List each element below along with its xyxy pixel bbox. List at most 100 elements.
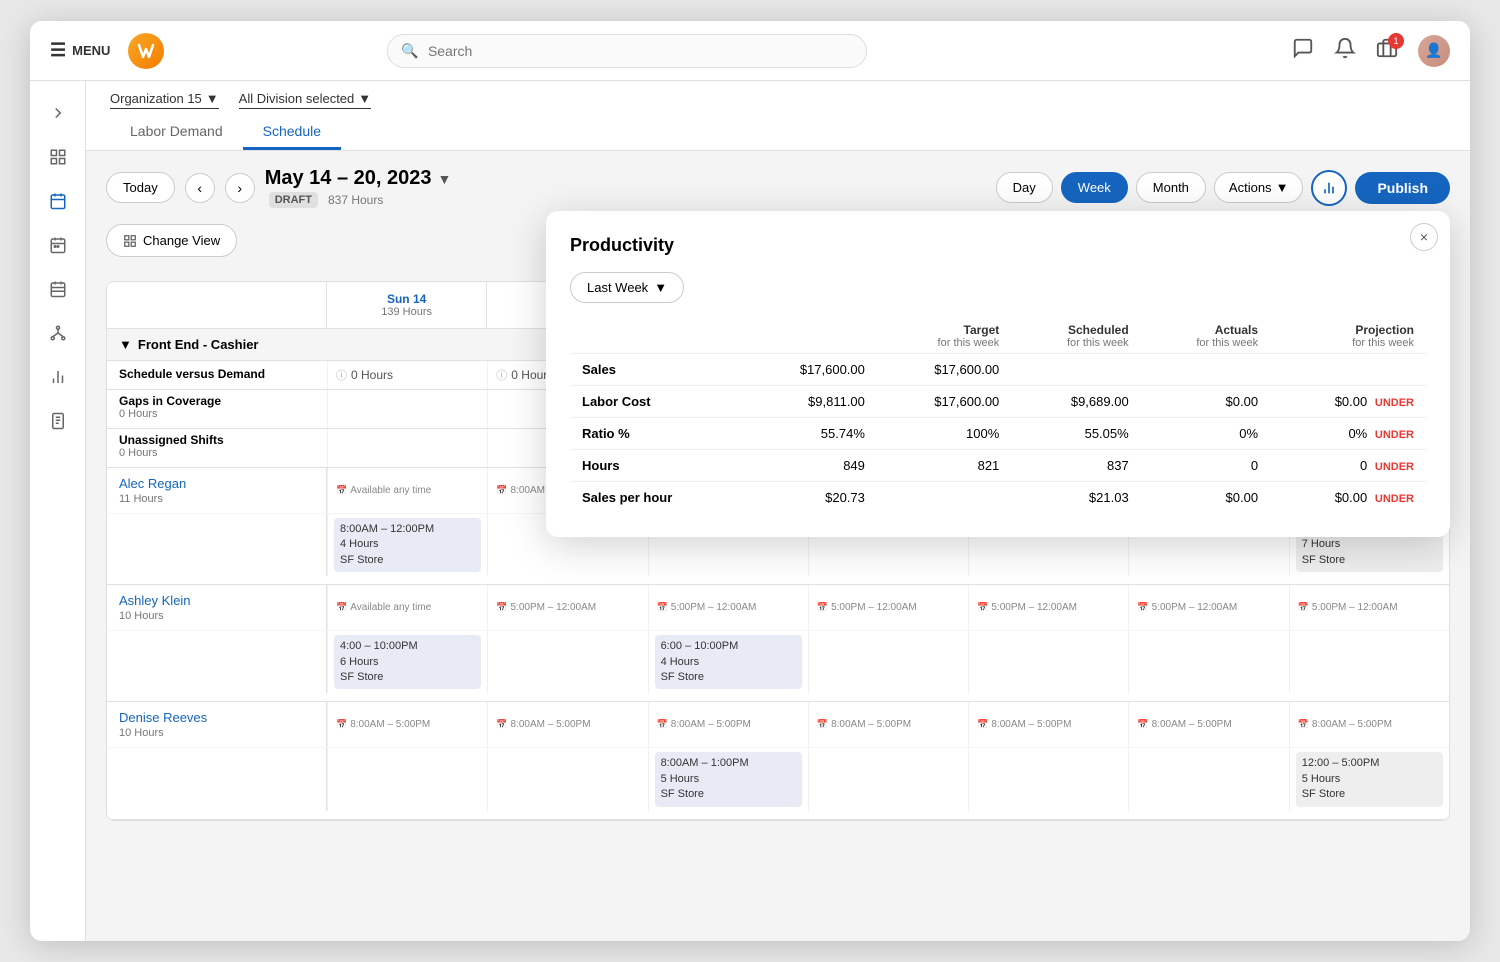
hours-scheduled: 837 (1011, 450, 1140, 482)
ashley-avail-fri: 📅 5:00PM – 12:00AM (1128, 585, 1288, 630)
grid-header-empty (107, 282, 327, 328)
labor-projection: $0.00 UNDER (1270, 386, 1426, 418)
denise-shift-thu (968, 748, 1128, 810)
publish-button[interactable]: Publish (1355, 172, 1450, 204)
ashley-shift-fri (1128, 631, 1288, 693)
sidebar-analytics-button[interactable] (38, 357, 78, 397)
sidebar-calendar2-button[interactable] (38, 225, 78, 265)
ashley-avail-sat: 📅 5:00PM – 12:00AM (1289, 585, 1449, 630)
day-view-button[interactable]: Day (996, 172, 1053, 203)
denise-shift-store-sat: SF Store (1302, 787, 1437, 802)
menu-button[interactable]: ☰ MENU (50, 40, 110, 61)
sidebar-calendar-button[interactable] (38, 181, 78, 221)
briefcase-icon[interactable]: 1 (1376, 37, 1398, 65)
day-hours-sun: 139 Hours (335, 306, 478, 318)
cal-icon-ashley-thu: 📅 (977, 602, 988, 613)
sidebar-collapse-button[interactable] (38, 93, 78, 133)
org-selector[interactable]: Organization 15 ▼ (110, 91, 219, 109)
ashley-shift-sun[interactable]: 4:00 – 10:00PM 6 Hours SF Store (327, 631, 487, 693)
chat-icon[interactable] (1292, 37, 1314, 65)
denise-shift-store-tue: SF Store (661, 787, 796, 802)
next-week-button[interactable]: › (225, 173, 255, 203)
alec-shift-block-sun[interactable]: 8:00AM – 12:00PM 4 Hours SF Store (334, 518, 481, 572)
denise-shift-empty (107, 748, 327, 810)
actions-button[interactable]: Actions ▼ (1214, 172, 1304, 203)
alec-hours: 11 Hours (119, 493, 314, 505)
app-frame: ☰ MENU 🔍 (30, 21, 1470, 941)
cal-icon-ashley-tue: 📅 (657, 602, 668, 613)
bell-icon[interactable] (1334, 37, 1356, 65)
sph-actuals: $0.00 (1141, 482, 1270, 514)
schedule-content: Today ‹ › May 14 – 20, 2023 ▼ DRAFT 837 … (86, 151, 1470, 941)
hours-actuals: 0 (1141, 450, 1270, 482)
denise-avail-fri: 📅 8:00AM – 5:00PM (1128, 702, 1288, 747)
tab-schedule[interactable]: Schedule (243, 115, 341, 150)
ashley-shift-tue[interactable]: 6:00 – 10:00PM 4 Hours SF Store (648, 631, 808, 693)
ashley-hours: 10 Hours (119, 610, 314, 622)
hours-metric: Hours (570, 450, 742, 482)
col-metric (570, 319, 742, 354)
denise-shift-fri (1128, 748, 1288, 810)
change-view-button[interactable]: Change View (106, 224, 237, 257)
prod-row-sales: Sales $17,600.00 $17,600.00 (570, 354, 1426, 386)
ashley-name[interactable]: Ashley Klein (119, 593, 314, 608)
sidebar-calendar3-button[interactable] (38, 269, 78, 309)
last-week-button[interactable]: Last Week ▼ (570, 272, 684, 303)
alec-shift-time-sun: 8:00AM – 12:00PM (340, 522, 475, 537)
logo-icon (128, 33, 164, 69)
cal-icon-ashley-sat: 📅 (1298, 602, 1309, 613)
user-avatar[interactable]: 👤 (1418, 35, 1450, 67)
denise-shift-block-tue[interactable]: 8:00AM – 1:00PM 5 Hours SF Store (655, 752, 802, 806)
gaps-title: Gaps in Coverage (119, 394, 315, 408)
labor-value: $9,811.00 (742, 386, 876, 418)
ashley-avail-row: Ashley Klein 10 Hours 📅 Available any ti… (107, 585, 1449, 631)
sidebar-dashboard-button[interactable] (38, 137, 78, 177)
svd-title: Schedule versus Demand (119, 367, 315, 381)
denise-name[interactable]: Denise Reeves (119, 710, 314, 725)
denise-shift-sat[interactable]: 12:00 – 5:00PM 5 Hours SF Store (1289, 748, 1449, 810)
denise-shift-time-tue: 8:00AM – 1:00PM (661, 756, 796, 771)
alec-info: Alec Regan 11 Hours (107, 468, 327, 513)
denise-shift-block-sat[interactable]: 12:00 – 5:00PM 5 Hours SF Store (1296, 752, 1443, 806)
alec-name[interactable]: Alec Regan (119, 476, 314, 491)
ashley-avail-sun: 📅 Available any time (327, 585, 487, 630)
svd-val-sun: 0 Hours (351, 368, 393, 382)
sidebar-icons (30, 81, 86, 941)
prev-week-button[interactable]: ‹ (185, 173, 215, 203)
today-button[interactable]: Today (106, 172, 175, 203)
org-label: Organization 15 (110, 91, 202, 106)
ratio-projection: 0% UNDER (1270, 418, 1426, 450)
svd-label: Schedule versus Demand (107, 361, 327, 389)
ratio-proj-status: UNDER (1375, 429, 1414, 441)
ashley-shift-store-sun: SF Store (340, 670, 475, 685)
tab-labor-demand[interactable]: Labor Demand (110, 115, 243, 150)
search-input[interactable] (387, 34, 867, 68)
denise-shift-sun (327, 748, 487, 810)
division-selector[interactable]: All Division selected ▼ (239, 91, 371, 109)
denise-shift-tue[interactable]: 8:00AM – 1:00PM 5 Hours SF Store (648, 748, 808, 810)
month-view-button[interactable]: Month (1136, 172, 1206, 203)
prod-row-ratio: Ratio % 55.74% 100% 55.05% 0% 0% UNDER (570, 418, 1426, 450)
alec-shift-sun[interactable]: 8:00AM – 12:00PM 4 Hours SF Store (327, 514, 487, 576)
ratio-value: 55.74% (742, 418, 876, 450)
change-view-label: Change View (143, 233, 220, 248)
ashley-shift-block-tue[interactable]: 6:00 – 10:00PM 4 Hours SF Store (655, 635, 802, 689)
ashley-avail-tue: 📅 5:00PM – 12:00AM (648, 585, 808, 630)
col-target-label: Target (964, 323, 1000, 337)
sidebar-tasks-button[interactable] (38, 401, 78, 441)
close-icon: × (1420, 229, 1428, 245)
col-actuals-label: Actuals (1215, 323, 1258, 337)
sidebar-org-chart-button[interactable] (38, 313, 78, 353)
sph-target (877, 482, 1011, 514)
total-hours-label: 837 Hours (328, 193, 383, 207)
section-collapse-icon[interactable]: ▼ (119, 337, 132, 352)
col-target-sub: for this week (889, 337, 999, 349)
svd-sun: ⓘ 0 Hours (327, 361, 487, 389)
org-caret-icon: ▼ (206, 91, 219, 106)
week-view-button[interactable]: Week (1061, 172, 1128, 203)
productivity-chart-button[interactable] (1311, 170, 1347, 206)
modal-close-button[interactable]: × (1410, 223, 1438, 251)
ashley-shift-block-sun[interactable]: 4:00 – 10:00PM 6 Hours SF Store (334, 635, 481, 689)
hours-proj-status: UNDER (1375, 461, 1414, 473)
labor-proj-val: $0.00 (1335, 394, 1368, 409)
